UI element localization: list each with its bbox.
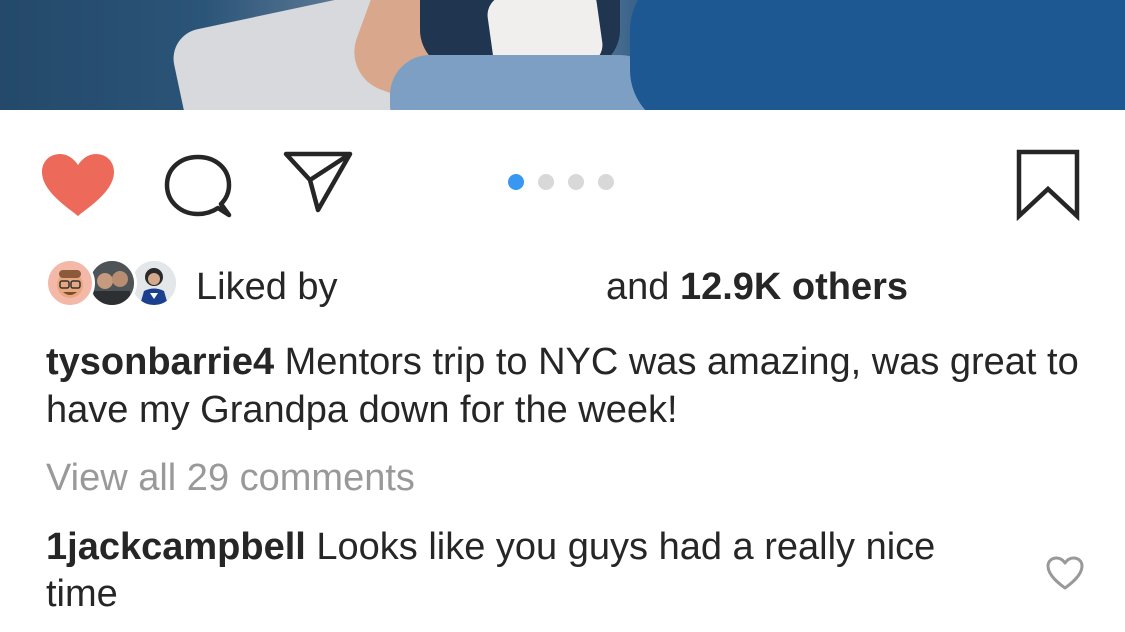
avatar xyxy=(45,258,95,308)
heart-filled-icon[interactable] xyxy=(40,152,116,218)
photo-avatar-icon xyxy=(132,261,176,305)
comment-item: 1jackcampbell Looks like you guys had a … xyxy=(46,524,986,618)
view-all-comments-link[interactable]: View all 29 comments xyxy=(46,453,415,503)
direct-share-icon[interactable] xyxy=(282,150,354,214)
likes-others-count[interactable]: 12.9K others xyxy=(680,266,908,308)
post-photo[interactable] xyxy=(0,0,1125,110)
comment-username[interactable]: 1jackcampbell xyxy=(46,526,306,568)
photo-avatar-icon xyxy=(90,261,134,305)
bookmark-icon[interactable] xyxy=(1014,147,1082,221)
heart-outline-icon[interactable] xyxy=(1045,555,1085,591)
memoji-avatar-icon xyxy=(48,261,92,305)
photo-region xyxy=(390,55,660,110)
post-caption: tysonbarrie4 Mentors trip to NYC was ama… xyxy=(46,338,1086,434)
caption-username[interactable]: tysonbarrie4 xyxy=(46,341,274,383)
likes-and-label: and xyxy=(606,266,670,308)
photo-region xyxy=(630,0,1125,110)
carousel-dot xyxy=(598,174,614,190)
carousel-dot xyxy=(538,174,554,190)
carousel-dot xyxy=(568,174,584,190)
comment-icon[interactable] xyxy=(163,153,237,219)
carousel-dot-active xyxy=(508,174,524,190)
likes-count[interactable]: and 12.9K others xyxy=(606,262,908,312)
liked-by-label: Liked by xyxy=(196,266,338,308)
